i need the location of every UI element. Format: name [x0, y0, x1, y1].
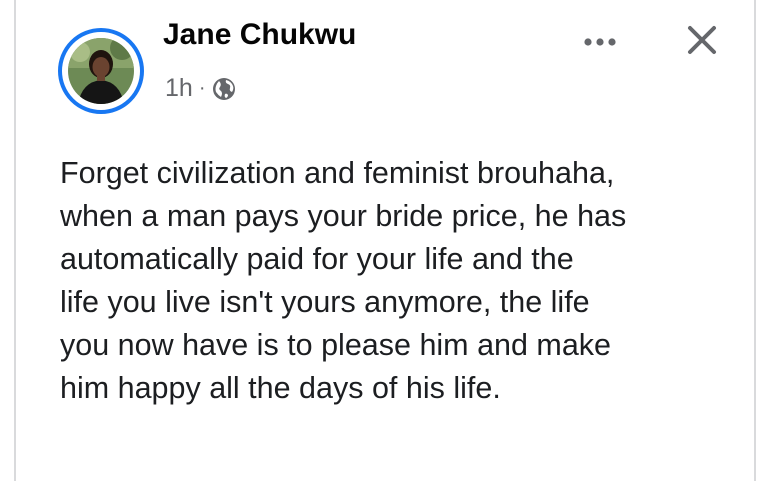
avatar-photo	[68, 38, 134, 104]
post-body-line: Forget civilization and feminist brouhah…	[60, 156, 615, 190]
more-options-icon[interactable]	[576, 24, 624, 60]
post-body-line: him happy all the days of his life.	[60, 371, 501, 405]
globe-icon[interactable]	[212, 77, 236, 101]
post-body: Forget civilization and feminist brouhah…	[60, 152, 750, 410]
post-body-line: life you live isn't yours anymore, the l…	[60, 285, 590, 319]
close-icon[interactable]	[680, 18, 724, 62]
profile-avatar[interactable]	[58, 28, 144, 114]
post-body-line: when a man pays your bride price, he has	[60, 199, 627, 233]
post-timestamp[interactable]: 1h	[165, 74, 193, 103]
author-name[interactable]: Jane Chukwu	[163, 18, 356, 52]
post-body-line: you now have is to please him and make	[60, 328, 612, 362]
post-body-line: automatically paid for your life and the	[60, 242, 574, 276]
post-meta: 1h ·	[165, 74, 236, 103]
meta-separator: ·	[198, 77, 206, 99]
post-screenshot: Jane Chukwu 1h · Forget civilization and…	[0, 0, 768, 481]
